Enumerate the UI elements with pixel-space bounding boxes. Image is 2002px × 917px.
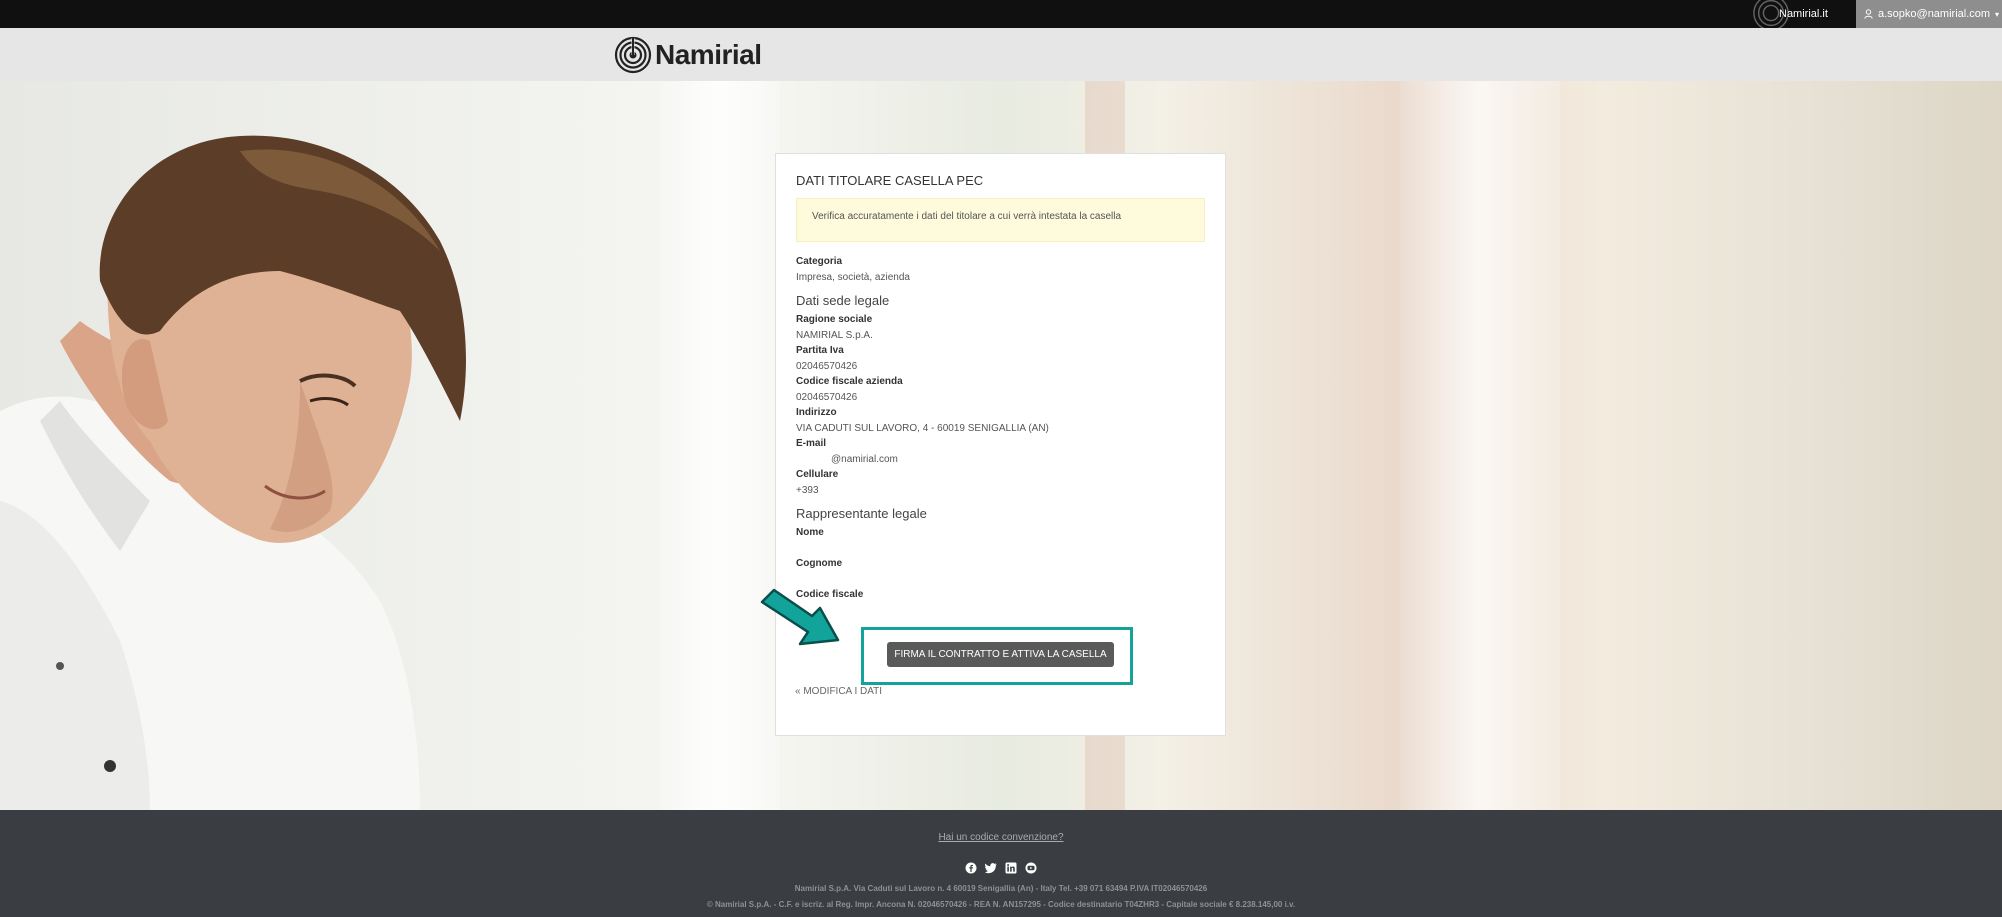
partita-iva-label: Partita Iva — [796, 345, 844, 356]
footer-legal-line-2: © Namirial S.p.A. - C.F. e iscriz. al Re… — [706, 900, 1296, 909]
namirial-logo-icon — [614, 36, 652, 74]
top-bar: Namirial.it a.sopko@namirial.com ▾ — [0, 0, 2002, 31]
cognome-label: Cognome — [796, 558, 843, 569]
window-light — [1400, 81, 1560, 810]
chevron-down-icon: ▾ — [1995, 9, 2000, 19]
convention-code-link[interactable]: Hai un codice convenzione? — [0, 832, 2002, 843]
cognome-value — [796, 572, 1205, 588]
footer-legal-line-1: Namirial S.p.A. Via Caduti sul Lavoro n.… — [794, 884, 1208, 893]
nome-value — [796, 541, 1205, 557]
cf-azienda-value: 02046570426 — [796, 391, 858, 403]
verify-notice: Verifica accuratamente i dati del titola… — [796, 198, 1205, 242]
email-value: @namirial.com — [831, 453, 898, 465]
ragione-sociale-label: Ragione sociale — [796, 314, 873, 325]
indirizzo-label: Indirizzo — [796, 407, 837, 418]
facebook-icon[interactable] — [965, 861, 977, 874]
sede-legale-heading: Dati sede legale — [796, 293, 890, 308]
youtube-icon[interactable] — [1025, 861, 1037, 874]
partita-iva-value: 02046570426 — [796, 360, 858, 372]
window-light — [660, 81, 780, 810]
linkedin-icon[interactable] — [1005, 861, 1017, 874]
social-icons — [965, 861, 1037, 874]
brand-logo[interactable]: Namirial — [614, 35, 762, 75]
cf-azienda-label: Codice fiscale azienda — [796, 376, 903, 387]
footer: Hai un codice convenzione? Namirial S.p.… — [0, 818, 2002, 917]
email-label: E-mail — [796, 438, 827, 449]
hero-person-image — [0, 135, 466, 810]
site-link-label: Namirial.it — [1779, 8, 1828, 20]
card-title: DATI TITOLARE CASELLA PEC — [796, 173, 984, 188]
modify-data-link[interactable]: « MODIFICA I DATI — [795, 686, 882, 697]
pointer-arrow-icon — [760, 588, 840, 646]
logo-bar — [0, 28, 2002, 81]
cellulare-label: Cellulare — [796, 469, 839, 480]
categoria-label: Categoria — [796, 256, 843, 267]
categoria-value: Impresa, società, azienda — [796, 271, 910, 283]
rappresentante-heading: Rappresentante legale — [796, 506, 927, 521]
twitter-icon[interactable] — [984, 861, 997, 874]
codice-fiscale-label: Codice fiscale — [796, 589, 864, 600]
sign-contract-button[interactable]: FIRMA IL CONTRATTO E ATTIVA LA CASELLA — [887, 642, 1114, 667]
logo-text: Namirial — [655, 39, 762, 70]
namirial-site-link[interactable]: Namirial.it — [1752, 0, 1852, 31]
user-email: a.sopko@namirial.com — [1878, 8, 1991, 20]
nome-label: Nome — [796, 527, 824, 538]
user-icon — [1864, 9, 1873, 19]
ragione-sociale-value: NAMIRIAL S.p.A. — [796, 329, 873, 341]
user-menu[interactable]: a.sopko@namirial.com ▾ — [1856, 0, 2002, 28]
cellulare-value: +393 — [796, 484, 819, 496]
indirizzo-value: VIA CADUTI SUL LAVORO, 4 - 60019 SENIGAL… — [796, 422, 1049, 434]
